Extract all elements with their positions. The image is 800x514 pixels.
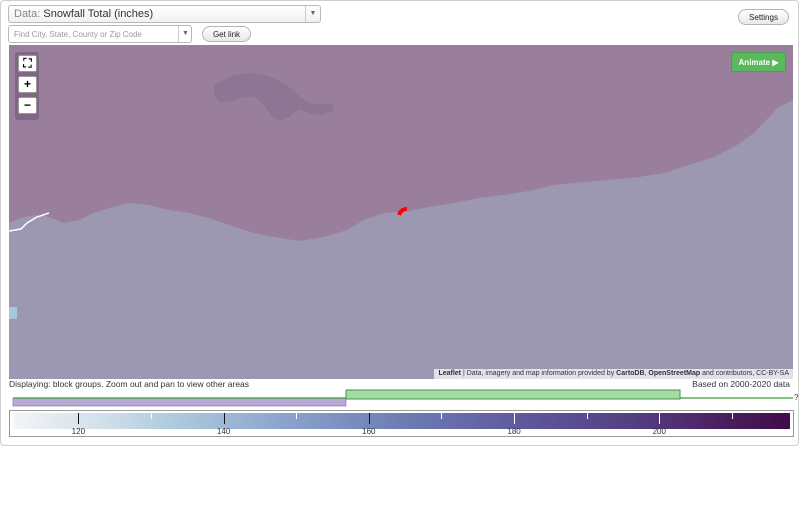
data-select[interactable]: Data: Snowfall Total (inches) ▼ [8, 5, 321, 23]
legend-gradient [13, 413, 790, 429]
legend-tick [78, 413, 80, 424]
color-legend: 120 140 160 180 200 [9, 410, 794, 437]
timeline-end-marker: ? [794, 393, 799, 402]
zoom-control: ⛶ + − [15, 52, 39, 120]
data-range-status: Based on 2000-2020 data [692, 379, 790, 389]
legend-tick [731, 413, 733, 419]
legend-tick [586, 413, 588, 419]
legend-tick [223, 413, 225, 424]
data-select-text: Data: Snowfall Total (inches) [14, 8, 154, 20]
map-tiles [9, 45, 793, 379]
get-link-button[interactable]: Get link [202, 26, 251, 42]
osm-link[interactable]: OpenStreetMap [648, 370, 700, 377]
legend-tick-label: 200 [652, 427, 666, 436]
legend-tick [441, 413, 443, 419]
timeline-range-green [345, 389, 681, 400]
map-view[interactable]: ⛶ + − Animate ▶ Leaflet | Data, imagery … [9, 45, 793, 379]
chevron-down-icon[interactable]: ▼ [305, 6, 320, 22]
leaflet-link[interactable]: Leaflet [438, 370, 461, 377]
timeline-range-purple [12, 397, 347, 407]
animate-button[interactable]: Animate ▶ [731, 52, 786, 72]
cartodb-link[interactable]: CartoDB [616, 370, 644, 377]
display-status: Displaying: block groups. Zoom out and p… [9, 379, 250, 389]
legend-tick [659, 413, 661, 424]
legend-tick [514, 413, 516, 424]
legend-tick-label: 120 [71, 427, 86, 436]
zoom-out-button[interactable]: − [18, 97, 37, 114]
legend-tick [296, 413, 298, 419]
legend-tick-label: 140 [216, 427, 231, 436]
legend-tick [368, 413, 370, 424]
chevron-down-icon[interactable]: ▼ [178, 26, 192, 42]
timeline[interactable]: ? [1, 389, 800, 409]
blue-patch [9, 307, 17, 319]
legend-tick [150, 413, 152, 419]
legend-tick-label: 180 [507, 427, 521, 436]
search-input[interactable] [8, 25, 192, 43]
legend-tick-label: 160 [362, 427, 376, 436]
fullscreen-icon[interactable]: ⛶ [18, 55, 37, 72]
settings-button[interactable]: Settings [738, 9, 789, 25]
zoom-in-button[interactable]: + [18, 76, 37, 93]
main-panel: Data: Snowfall Total (inches) ▼ ▼ Get li… [0, 0, 799, 446]
map-attribution: Leaflet | Data, imagery and map informat… [434, 369, 793, 379]
